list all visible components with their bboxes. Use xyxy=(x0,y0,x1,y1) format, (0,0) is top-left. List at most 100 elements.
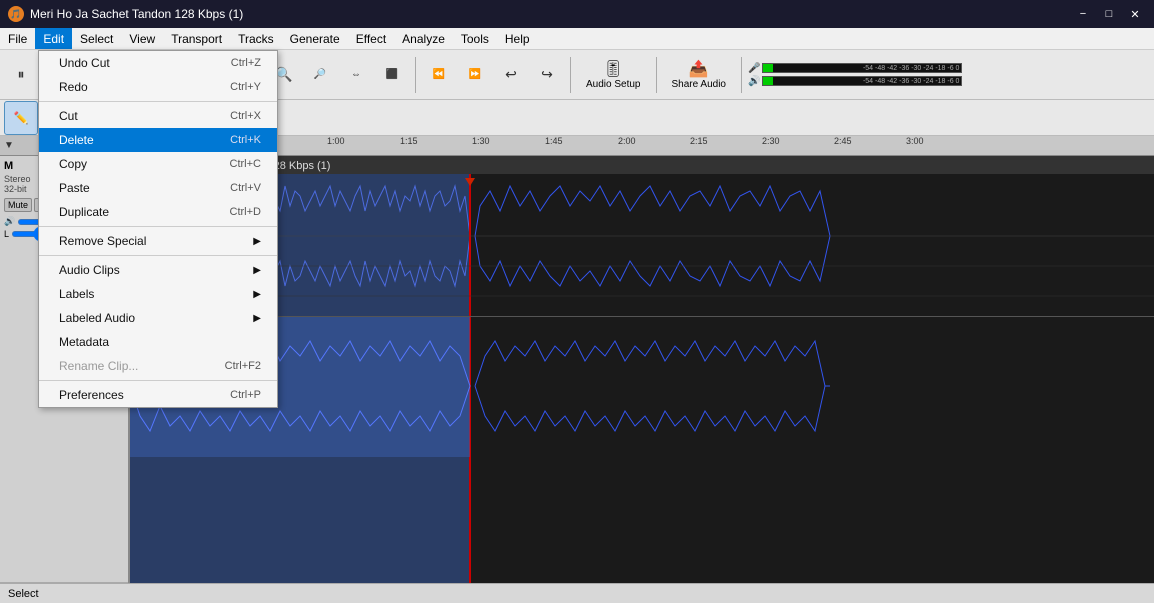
zoom-out[interactable]: 🔎 xyxy=(303,58,337,92)
audio-clips-label: Audio Clips xyxy=(59,263,120,277)
duplicate-label: Duplicate xyxy=(59,205,109,219)
fit-view[interactable]: ⇔ xyxy=(339,58,373,92)
menu-help[interactable]: Help xyxy=(497,28,538,49)
vu-speaker-icon: 🔊 xyxy=(748,76,760,87)
waveform-svg: Meri Ho Ja Sachet Tandon 128 Kbps (1) xyxy=(130,156,1154,583)
paste-shortcut: Ctrl+V xyxy=(230,182,261,194)
rename-clip-label: Rename Clip... xyxy=(59,359,138,373)
menu-undo-cut[interactable]: Undo Cut Ctrl+Z xyxy=(39,51,277,75)
menu-audio-clips[interactable]: Audio Clips ▶ xyxy=(39,258,277,282)
menu-select[interactable]: Select xyxy=(72,28,121,49)
mute-button[interactable]: Mute xyxy=(4,198,32,212)
vu-meter-playback: 🔊 -54 -48 -42 -36 -30 -24 -18 -6 0 xyxy=(748,76,962,87)
menu-generate[interactable]: Generate xyxy=(282,28,348,49)
redo-button[interactable]: ↪ xyxy=(530,58,564,92)
audio-setup-label: Audio Setup xyxy=(586,79,641,90)
menu-remove-special[interactable]: Remove Special ▶ xyxy=(39,229,277,253)
vu-record-level xyxy=(763,64,773,72)
window-controls: − □ ✕ xyxy=(1072,5,1146,23)
audio-clips-arrow: ▶ xyxy=(253,265,261,276)
menu-analyze[interactable]: Analyze xyxy=(394,28,453,49)
pause-button[interactable]: ⏸ xyxy=(4,58,38,92)
copy-shortcut: Ctrl+C xyxy=(230,158,261,170)
separator-3 xyxy=(570,57,571,93)
undo-cut-shortcut: Ctrl+Z xyxy=(231,57,261,69)
draw-tool[interactable]: ✏️ xyxy=(4,101,38,135)
menu-copy[interactable]: Copy Ctrl+C xyxy=(39,152,277,176)
vu-meter-record: 🎤 -54 -48 -42 -36 -30 -24 -18 -6 0 xyxy=(748,63,962,74)
menu-tools[interactable]: Tools xyxy=(453,28,497,49)
delete-label: Delete xyxy=(59,133,94,147)
minimize-button[interactable]: − xyxy=(1072,5,1094,23)
labeled-audio-label: Labeled Audio xyxy=(59,311,135,325)
menu-labels[interactable]: Labels ▶ xyxy=(39,282,277,306)
separator-2 xyxy=(415,57,416,93)
sep-4 xyxy=(39,380,277,381)
redo-label: Redo xyxy=(59,80,88,94)
ruler-mark-215: 2:15 xyxy=(690,136,708,146)
menu-tracks[interactable]: Tracks xyxy=(230,28,282,49)
labels-arrow: ▶ xyxy=(253,289,261,300)
maximize-button[interactable]: □ xyxy=(1098,5,1120,23)
duplicate-shortcut: Ctrl+D xyxy=(230,206,261,218)
paste-label: Paste xyxy=(59,181,90,195)
bottom-bar: Select xyxy=(0,583,1154,603)
menu-file[interactable]: File xyxy=(0,28,35,49)
ruler-mark-200: 2:00 xyxy=(618,136,636,146)
menu-paste[interactable]: Paste Ctrl+V xyxy=(39,176,277,200)
menu-metadata[interactable]: Metadata xyxy=(39,330,277,354)
track-name: M xyxy=(4,160,13,172)
ruler-mark-100: 1:00 xyxy=(327,136,345,146)
vu-mic-icon: 🎤 xyxy=(748,63,760,74)
menu-labeled-audio[interactable]: Labeled Audio ▶ xyxy=(39,306,277,330)
close-button[interactable]: ✕ xyxy=(1124,5,1146,23)
ruler-mark-245: 2:45 xyxy=(834,136,852,146)
separator-5 xyxy=(741,57,742,93)
ruler-mark-130: 1:30 xyxy=(472,136,490,146)
ruler-mark-145: 1:45 xyxy=(545,136,563,146)
cut-label: Cut xyxy=(59,109,78,123)
menu-rename-clip: Rename Clip... Ctrl+F2 xyxy=(39,354,277,378)
zoom-sel[interactable]: ⬛ xyxy=(375,58,409,92)
preferences-shortcut: Ctrl+P xyxy=(230,389,261,401)
waveform-tracks[interactable]: Meri Ho Ja Sachet Tandon 128 Kbps (1) xyxy=(130,156,1154,583)
rewind-button[interactable]: ⏪ xyxy=(422,58,456,92)
waveform-bottom-after xyxy=(475,341,830,431)
menu-edit[interactable]: Edit xyxy=(35,28,72,49)
menu-bar: File Edit Select View Transport Tracks G… xyxy=(0,28,1154,50)
audio-setup-icon: 🎚 xyxy=(603,59,623,79)
audio-setup-button[interactable]: 🎚 Audio Setup xyxy=(577,56,650,93)
menu-duplicate[interactable]: Duplicate Ctrl+D xyxy=(39,200,277,224)
undo-button[interactable]: ↩ xyxy=(494,58,528,92)
waveform-area: 0:25 0:30 0:45 1:00 1:15 1:30 1:45 2:00 … xyxy=(130,136,1154,583)
title-bar-left: 🎵 Meri Ho Ja Sachet Tandon 128 Kbps (1) xyxy=(8,6,243,22)
copy-label: Copy xyxy=(59,157,87,171)
menu-redo[interactable]: Redo Ctrl+Y xyxy=(39,75,277,99)
preferences-label: Preferences xyxy=(59,388,124,402)
ruler-mark-230: 2:30 xyxy=(762,136,780,146)
remove-special-label: Remove Special xyxy=(59,234,146,248)
window-title: Meri Ho Ja Sachet Tandon 128 Kbps (1) xyxy=(30,7,243,21)
vu-record-bar: -54 -48 -42 -36 -30 -24 -18 -6 0 xyxy=(762,63,962,73)
share-audio-button[interactable]: 📤 Share Audio xyxy=(663,56,736,93)
redo-shortcut: Ctrl+Y xyxy=(230,81,261,93)
select-label: Select xyxy=(8,588,39,600)
timeline-ruler: 0:25 0:30 0:45 1:00 1:15 1:30 1:45 2:00 … xyxy=(130,136,1154,156)
vu-playback-level xyxy=(763,77,773,85)
menu-transport[interactable]: Transport xyxy=(163,28,230,49)
share-audio-label: Share Audio xyxy=(672,79,727,90)
menu-view[interactable]: View xyxy=(121,28,163,49)
forward-button[interactable]: ⏩ xyxy=(458,58,492,92)
metadata-label: Metadata xyxy=(59,335,109,349)
menu-delete[interactable]: Delete Ctrl+K xyxy=(39,128,277,152)
undo-cut-label: Undo Cut xyxy=(59,56,110,70)
menu-preferences[interactable]: Preferences Ctrl+P xyxy=(39,383,277,407)
ruler-mark-300: 3:00 xyxy=(906,136,924,146)
vu-meters: 🎤 -54 -48 -42 -36 -30 -24 -18 -6 0 🔊 -54… xyxy=(748,63,962,87)
pan-label: L xyxy=(4,229,9,239)
menu-effect[interactable]: Effect xyxy=(348,28,394,49)
menu-cut[interactable]: Cut Ctrl+X xyxy=(39,104,277,128)
sep-3 xyxy=(39,255,277,256)
sep-2 xyxy=(39,226,277,227)
labels-label: Labels xyxy=(59,287,94,301)
